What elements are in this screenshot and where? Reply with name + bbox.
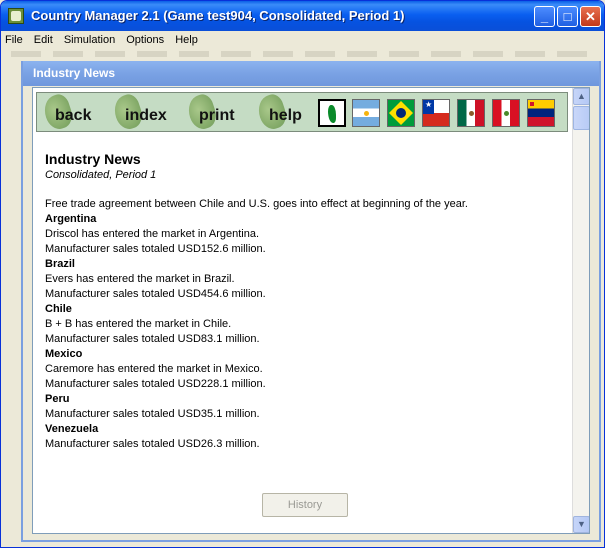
maximize-button[interactable]: □: [557, 6, 578, 27]
venezuela-flag-icon[interactable]: [527, 99, 555, 127]
news-line: Manufacturer sales totaled USD152.6 mill…: [45, 243, 266, 255]
menu-simulation[interactable]: Simulation: [64, 34, 115, 46]
argentina-flag-icon[interactable]: [352, 99, 380, 127]
menu-bar: File Edit Simulation Options Help: [5, 34, 601, 52]
scroll-up-button[interactable]: ▲: [573, 88, 589, 105]
peru-flag-icon[interactable]: [492, 99, 520, 127]
back-button[interactable]: back: [40, 91, 107, 133]
main-window: Country Manager 2.1 (Game test904, Conso…: [0, 0, 605, 548]
brazil-flag-icon[interactable]: [387, 99, 415, 127]
scroll-down-button[interactable]: ▼: [573, 516, 589, 533]
index-label: index: [125, 107, 167, 124]
app-icon: [8, 8, 24, 24]
menu-file[interactable]: File: [5, 34, 23, 46]
section-heading: Peru: [45, 393, 70, 405]
nav-bar: back index print help: [36, 91, 568, 133]
content-pane: back index print help ★ Industry News Co…: [32, 87, 590, 534]
child-window-title: Industry News: [33, 66, 116, 80]
scroll-thumb[interactable]: [573, 106, 589, 130]
minimize-button[interactable]: _: [534, 6, 555, 27]
window-title: Country Manager 2.1 (Game test904, Conso…: [31, 8, 405, 23]
news-line: Manufacturer sales totaled USD454.6 mill…: [45, 288, 266, 300]
close-button[interactable]: ✕: [580, 6, 601, 27]
chile-flag-icon[interactable]: [422, 99, 450, 127]
article-subtitle: Consolidated, Period 1: [45, 169, 157, 181]
news-line: Driscol has entered the market in Argent…: [45, 228, 260, 240]
news-line: Manufacturer sales totaled USD83.1 milli…: [45, 333, 260, 345]
industry-news-window: Industry News back index print help ★ In…: [21, 61, 601, 542]
vertical-scrollbar[interactable]: ▲ ▼: [572, 88, 589, 533]
print-label: print: [199, 107, 235, 124]
toolbar-remnant: [11, 51, 596, 57]
news-line: B + B has entered the market in Chile.: [45, 318, 232, 330]
section-heading: Chile: [45, 303, 72, 315]
mexico-flag-icon[interactable]: [457, 99, 485, 127]
section-heading: Argentina: [45, 213, 97, 225]
news-line: Evers has entered the market in Brazil.: [45, 273, 235, 285]
back-label: back: [55, 107, 92, 124]
menu-help[interactable]: Help: [175, 34, 198, 46]
news-line: Manufacturer sales totaled USD35.1 milli…: [45, 408, 260, 420]
article-title: Industry News: [45, 151, 141, 167]
news-article: Industry News Consolidated, Period 1 Fre…: [45, 150, 565, 452]
help-label: help: [269, 107, 302, 124]
index-button[interactable]: index: [110, 91, 185, 133]
title-bar[interactable]: Country Manager 2.1 (Game test904, Conso…: [1, 1, 604, 31]
menu-edit[interactable]: Edit: [34, 34, 53, 46]
child-title-bar[interactable]: Industry News: [23, 61, 599, 86]
section-heading: Venezuela: [45, 423, 99, 435]
news-line: Manufacturer sales totaled USD228.1 mill…: [45, 378, 266, 390]
section-heading: Mexico: [45, 348, 83, 360]
history-button[interactable]: History: [262, 493, 348, 517]
map-icon[interactable]: [318, 99, 346, 127]
section-heading: Brazil: [45, 258, 75, 270]
print-button[interactable]: print: [184, 91, 255, 133]
news-line: Caremore has entered the market in Mexic…: [45, 363, 263, 375]
menu-options[interactable]: Options: [126, 34, 164, 46]
news-line: Manufacturer sales totaled USD26.3 milli…: [45, 438, 260, 450]
article-intro: Free trade agreement between Chile and U…: [45, 198, 468, 210]
help-button[interactable]: help: [254, 91, 319, 133]
